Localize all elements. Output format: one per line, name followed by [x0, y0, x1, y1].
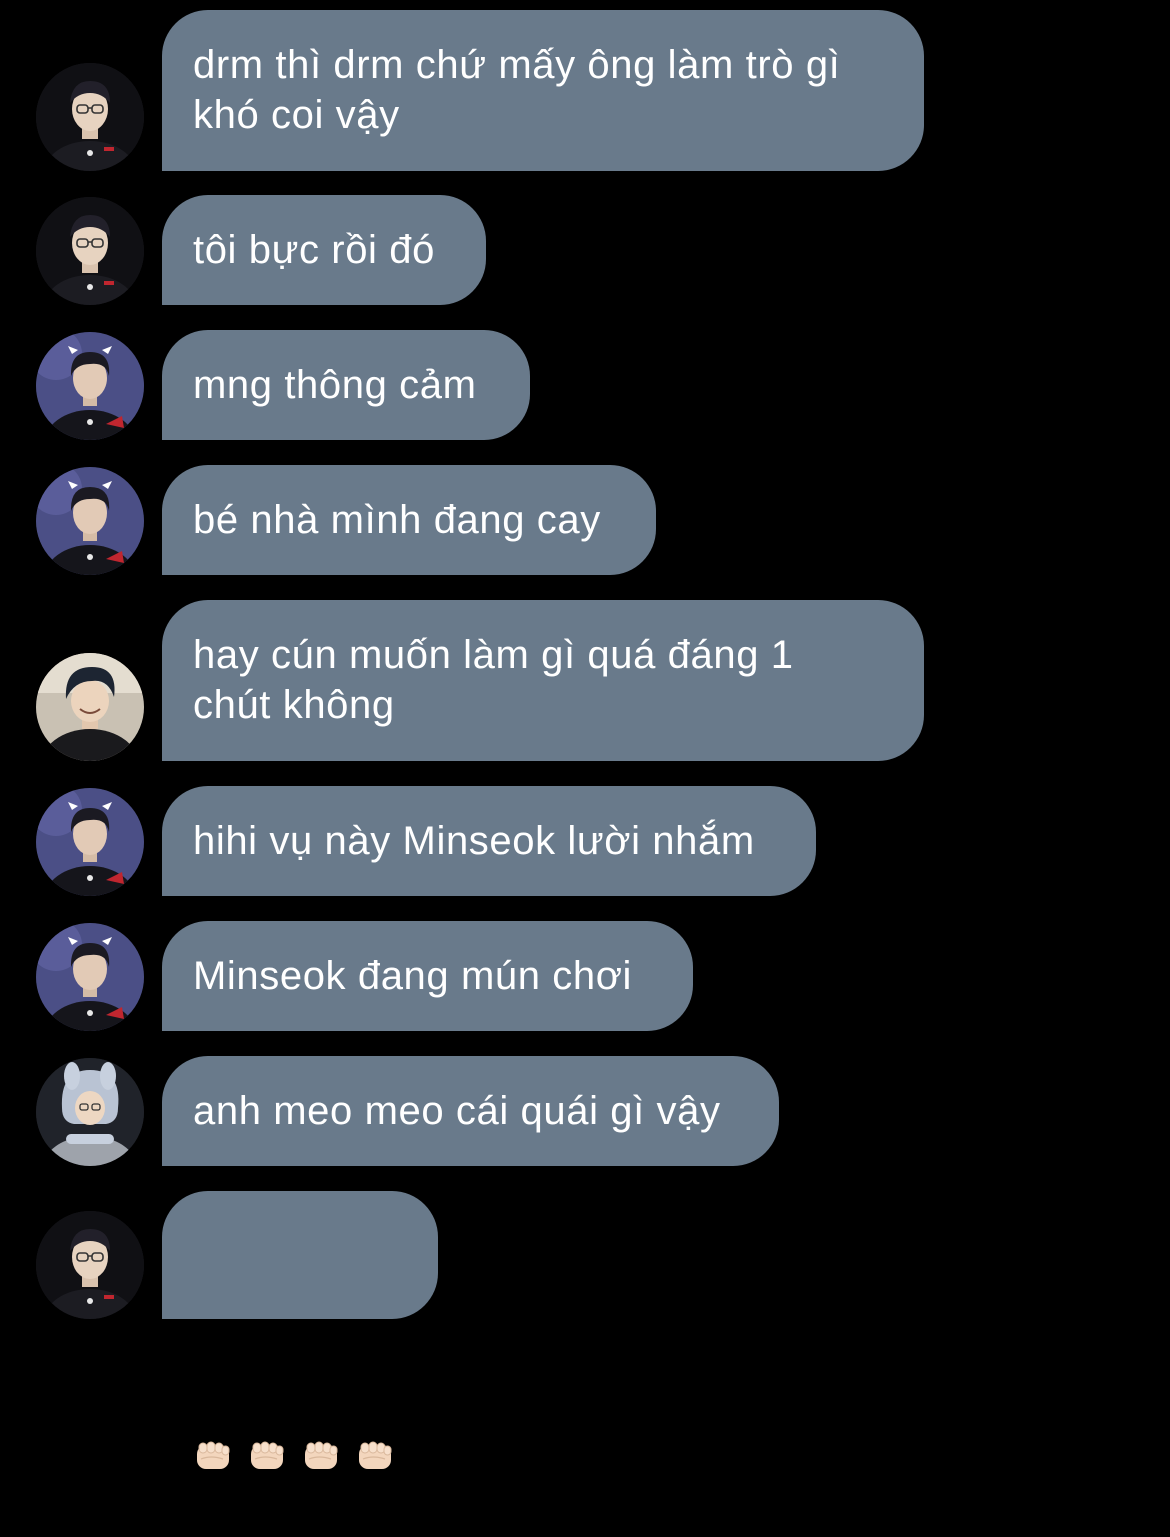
message-row [0, 1191, 1170, 1469]
message-bubble[interactable] [162, 1191, 438, 1469]
message-row: hay cún muốn làm gì quá đáng 1 chút khôn… [0, 600, 1170, 761]
avatar-photo-icon [36, 467, 144, 575]
message-bubble[interactable]: mng thông cảm [162, 330, 530, 440]
avatar[interactable] [36, 332, 144, 440]
message-bubble[interactable]: Minseok đang mún chơi [162, 921, 693, 1031]
avatar-photo-icon [36, 653, 144, 761]
oncoming-fist-icon [193, 1335, 233, 1469]
avatar[interactable] [36, 63, 144, 171]
emoji-row [193, 1330, 408, 1469]
avatar[interactable] [36, 923, 144, 1031]
avatar-photo-icon [36, 1211, 144, 1319]
message-row: tôi bực rồi đó [0, 195, 1170, 305]
message-row: drm thì drm chứ mấy ông làm trò gì khó c… [0, 10, 1170, 171]
avatar-photo-icon [36, 332, 144, 440]
message-row: Minseok đang mún chơi [0, 921, 1170, 1031]
oncoming-fist-icon [355, 1335, 395, 1469]
message-row: mng thông cảm [0, 330, 1170, 440]
oncoming-fist-icon [247, 1335, 287, 1469]
avatar-photo-icon [36, 63, 144, 171]
message-bubble[interactable]: hihi vụ này Minseok lười nhắm [162, 786, 816, 896]
message-bubble[interactable]: drm thì drm chứ mấy ông làm trò gì khó c… [162, 10, 924, 171]
avatar-photo-icon [36, 923, 144, 1031]
avatar[interactable] [36, 467, 144, 575]
avatar-photo-icon [36, 788, 144, 896]
avatar[interactable] [36, 1211, 144, 1319]
avatar-photo-icon [36, 197, 144, 305]
message-row: bé nhà mình đang cay [0, 465, 1170, 575]
message-row: hihi vụ này Minseok lười nhắm [0, 786, 1170, 896]
message-bubble[interactable]: tôi bực rồi đó [162, 195, 486, 305]
message-bubble[interactable]: bé nhà mình đang cay [162, 465, 656, 575]
avatar[interactable] [36, 197, 144, 305]
avatar[interactable] [36, 788, 144, 896]
message-bubble[interactable]: anh meo meo cái quái gì vậy [162, 1056, 779, 1166]
message-row: anh meo meo cái quái gì vậy [0, 1056, 1170, 1166]
avatar[interactable] [36, 653, 144, 761]
avatar[interactable] [36, 1058, 144, 1166]
avatar-photo-icon [36, 1058, 144, 1166]
message-bubble[interactable]: hay cún muốn làm gì quá đáng 1 chút khôn… [162, 600, 924, 761]
oncoming-fist-icon [301, 1335, 341, 1469]
chat-thread: drm thì drm chứ mấy ông làm trò gì khó c… [0, 0, 1170, 1469]
